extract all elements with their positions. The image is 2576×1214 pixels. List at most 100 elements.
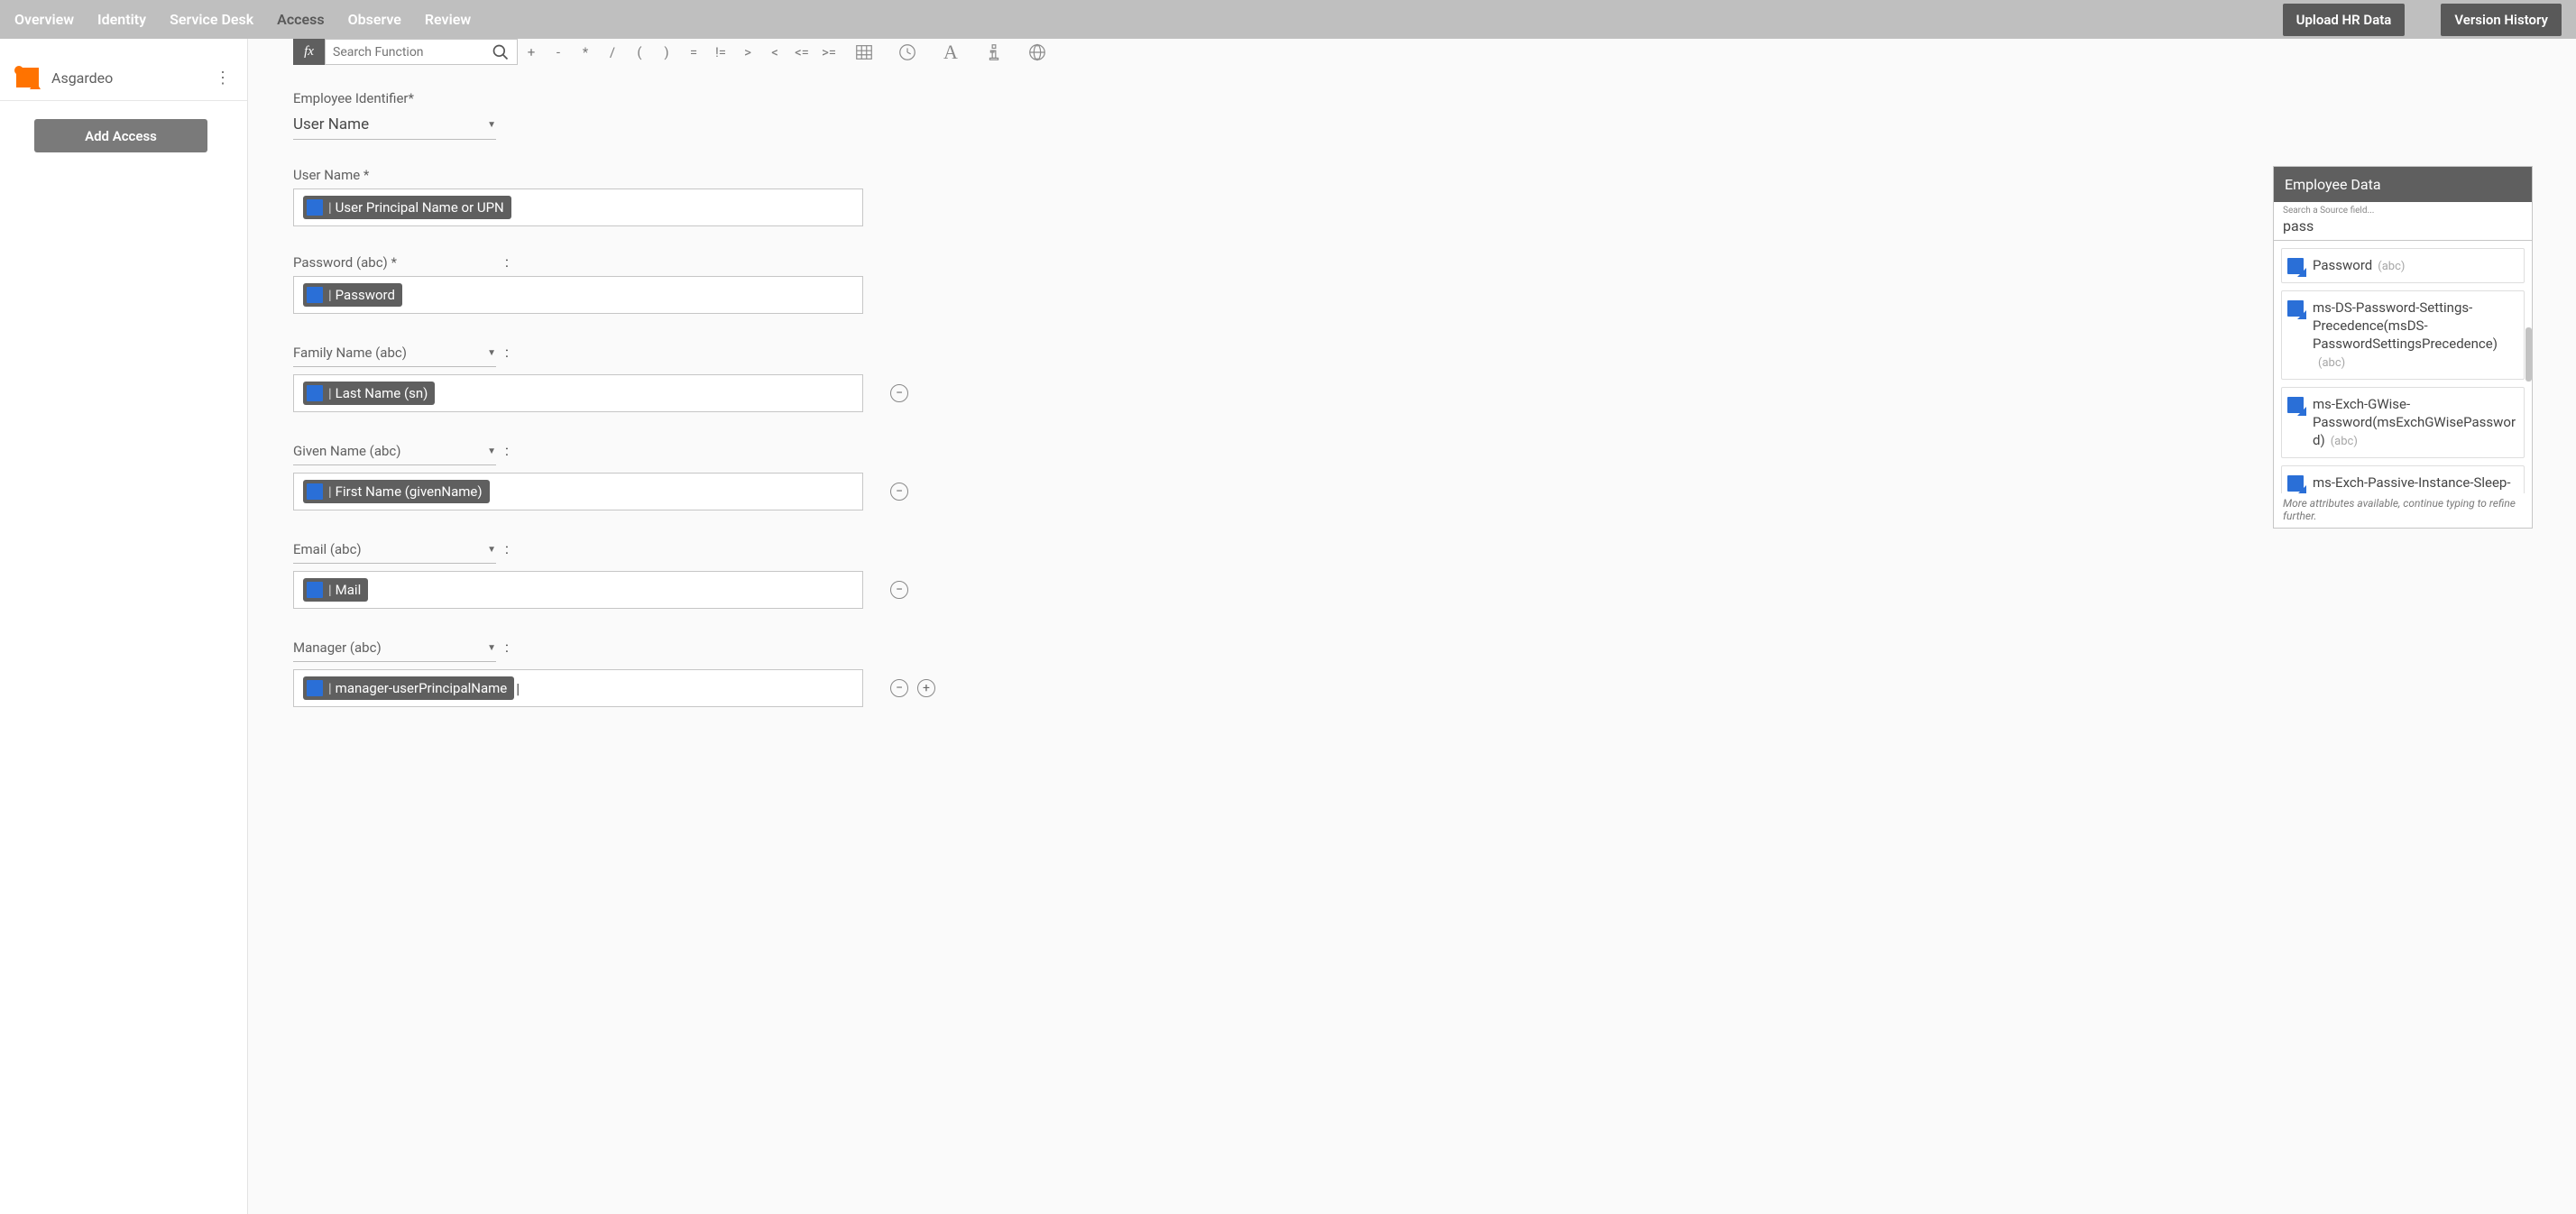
operator-bar: + - * / ( ) = != > < <= >= xyxy=(518,39,842,65)
nav-observe[interactable]: Observe xyxy=(348,11,401,28)
given-name-input[interactable]: |First Name (givenName) xyxy=(293,473,863,510)
more-attributes-hint: More attributes available, continue typi… xyxy=(2274,493,2532,528)
source-item-password[interactable]: Password(abc) xyxy=(2281,248,2525,283)
chevron-down-icon: ▼ xyxy=(487,545,496,555)
chevron-down-icon: ▼ xyxy=(487,643,496,653)
op-gt[interactable]: > xyxy=(734,39,761,65)
text-style-icon[interactable]: A xyxy=(929,39,972,65)
manager-select[interactable]: Manager (abc) ▼ xyxy=(293,636,496,662)
add-access-button[interactable]: Add Access xyxy=(34,119,207,152)
op-eq[interactable]: = xyxy=(680,39,707,65)
source-field-icon xyxy=(2287,258,2304,274)
version-history-button[interactable]: Version History xyxy=(2441,4,2562,36)
nav-review[interactable]: Review xyxy=(425,11,471,28)
source-field-icon xyxy=(307,680,323,696)
app-name-label: Asgardeo xyxy=(51,69,113,87)
nav-identity[interactable]: Identity xyxy=(97,11,146,28)
password-input[interactable]: |Password xyxy=(293,276,863,314)
password-group: Password (abc) * : |Password xyxy=(293,253,1123,314)
source-field-icon xyxy=(307,199,323,216)
source-field-icon xyxy=(307,483,323,500)
chevron-down-icon: ▼ xyxy=(487,348,496,358)
source-item-msexch-passive-sleep[interactable]: ms-Exch-Passive-Instance-Sleep-Interval(… xyxy=(2281,465,2525,493)
employee-identifier-select[interactable]: User Name ▼ xyxy=(293,112,496,140)
nav-access[interactable]: Access xyxy=(277,11,324,28)
remove-manager-button[interactable]: − xyxy=(890,679,908,697)
top-nav: Overview Identity Service Desk Access Ob… xyxy=(0,0,2576,39)
source-field-icon xyxy=(2287,475,2304,492)
nav-overview[interactable]: Overview xyxy=(14,11,74,28)
grid-icon[interactable] xyxy=(842,39,886,65)
op-rparen[interactable]: ) xyxy=(653,39,680,65)
source-field-icon xyxy=(307,385,323,401)
email-input[interactable]: |Mail xyxy=(293,571,863,609)
password-colon: : xyxy=(505,253,509,271)
remove-given-button[interactable]: − xyxy=(890,483,908,501)
add-manager-button[interactable]: + xyxy=(917,679,935,697)
source-field-icon xyxy=(307,582,323,598)
source-item-msds-password-precedence[interactable]: ms-DS-Password-Settings-Precedence(msDS-… xyxy=(2281,290,2525,380)
email-label: Email (abc) xyxy=(293,541,362,557)
username-input[interactable]: |User Principal Name or UPN xyxy=(293,189,863,226)
password-chip[interactable]: |Password xyxy=(303,283,402,307)
op-neq[interactable]: != xyxy=(707,39,734,65)
text-cursor: | xyxy=(516,680,520,697)
chevron-down-icon: ▼ xyxy=(487,446,496,456)
sidebar-app-row[interactable]: Asgardeo ⋮ xyxy=(0,55,247,100)
family-name-select[interactable]: Family Name (abc) ▼ xyxy=(293,341,496,367)
username-group: User Name * |User Principal Name or UPN xyxy=(293,167,1123,226)
search-function-field[interactable] xyxy=(333,45,477,60)
source-field-icon xyxy=(307,287,323,303)
kebab-menu-icon[interactable]: ⋮ xyxy=(215,69,231,87)
manager-colon: : xyxy=(505,639,509,656)
op-lparen[interactable]: ( xyxy=(626,39,653,65)
op-times[interactable]: * xyxy=(572,39,599,65)
formula-bar: fx + - * / ( ) = != > < <= >= xyxy=(293,39,2576,65)
op-minus[interactable]: - xyxy=(545,39,572,65)
chevron-down-icon: ▼ xyxy=(487,120,496,130)
nav-service-desk[interactable]: Service Desk xyxy=(170,11,253,28)
family-name-input[interactable]: |Last Name (sn) xyxy=(293,374,863,412)
manager-label: Manager (abc) xyxy=(293,639,382,656)
op-plus[interactable]: + xyxy=(518,39,545,65)
employee-identifier-label: Employee Identifier* xyxy=(293,90,1123,106)
app-logo-icon xyxy=(16,68,39,87)
op-lte[interactable]: <= xyxy=(788,39,815,65)
op-lt[interactable]: < xyxy=(761,39,788,65)
remove-family-button[interactable]: − xyxy=(890,384,908,402)
source-field-icon xyxy=(2287,397,2304,413)
info-icon[interactable] xyxy=(972,39,1016,65)
manager-chip[interactable]: |manager-userPrincipalName xyxy=(303,676,514,700)
remove-email-button[interactable]: − xyxy=(890,581,908,599)
email-select[interactable]: Email (abc) ▼ xyxy=(293,538,496,564)
email-chip[interactable]: |Mail xyxy=(303,578,368,602)
employee-data-panel: Employee Data Search a Source field... P… xyxy=(2273,166,2533,529)
manager-input[interactable]: |manager-userPrincipalName | xyxy=(293,669,863,707)
family-name-chip[interactable]: |Last Name (sn) xyxy=(303,382,435,405)
clock-icon[interactable] xyxy=(886,39,929,65)
username-label: User Name * xyxy=(293,167,1123,183)
given-name-chip[interactable]: |First Name (givenName) xyxy=(303,480,490,503)
sidebar: Asgardeo ⋮ Add Access xyxy=(0,39,248,1214)
source-search-input[interactable] xyxy=(2283,216,2523,238)
family-colon: : xyxy=(505,344,509,361)
fx-button[interactable]: fx xyxy=(293,39,325,65)
source-field-icon xyxy=(2287,300,2304,317)
given-name-group: Given Name (abc) ▼ : |First Name (givenN… xyxy=(293,439,1123,510)
upload-hr-data-button[interactable]: Upload HR Data xyxy=(2283,4,2406,36)
globe-icon[interactable] xyxy=(1016,39,1059,65)
employee-identifier-value: User Name xyxy=(293,115,369,133)
family-name-label: Family Name (abc) xyxy=(293,345,407,361)
employee-identifier-group: Employee Identifier* User Name ▼ xyxy=(293,90,1123,140)
source-item-msexch-gwise-password[interactable]: ms-Exch-GWise-Password(msExchGWisePasswo… xyxy=(2281,387,2525,458)
main-content: fx + - * / ( ) = != > < <= >= xyxy=(248,39,2576,1214)
op-divide[interactable]: / xyxy=(599,39,626,65)
source-field-list: Password(abc) ms-DS-Password-Settings-Pr… xyxy=(2274,241,2532,493)
given-name-select[interactable]: Given Name (abc) ▼ xyxy=(293,439,496,465)
username-chip[interactable]: |User Principal Name or UPN xyxy=(303,196,511,219)
search-function-input[interactable] xyxy=(325,39,518,65)
manager-group: Manager (abc) ▼ : |manager-userPrincipal… xyxy=(293,636,1123,707)
given-colon: : xyxy=(505,442,509,459)
source-field-search[interactable]: Search a Source field... xyxy=(2274,202,2532,241)
op-gte[interactable]: >= xyxy=(815,39,842,65)
